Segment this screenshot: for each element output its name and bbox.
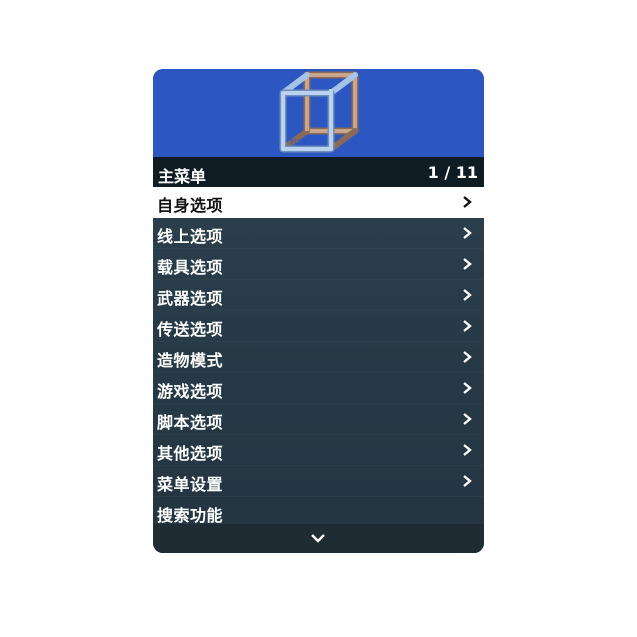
menu-item-vehicle-options[interactable]: 载具选项 xyxy=(153,249,484,280)
menu-item-label: 菜单设置 xyxy=(157,475,224,494)
menu-banner: 红中 xyxy=(153,69,484,157)
menu-item-self-options[interactable]: 自身选项 xyxy=(153,187,484,218)
menu-item-weapon-options[interactable]: 武器选项 xyxy=(153,280,484,311)
menu-item-menu-settings[interactable]: 菜单设置 xyxy=(153,466,484,497)
menu-item-label: 传送选项 xyxy=(157,320,224,339)
menu-item-online-options[interactable]: 线上选项 xyxy=(153,218,484,249)
mod-menu-panel: 红中 主菜单 1 / 11 自身选项 线上选项 载具选项 武器选项 传送选项 造… xyxy=(153,69,484,553)
menu-item-teleport-options[interactable]: 传送选项 xyxy=(153,311,484,342)
chevron-down-icon xyxy=(311,534,325,543)
chevron-right-icon xyxy=(463,351,472,363)
menu-item-label: 其他选项 xyxy=(157,444,224,463)
menu-footer-scroll[interactable] xyxy=(153,524,484,553)
menu-item-creation-mode[interactable]: 造物模式 xyxy=(153,342,484,373)
chevron-right-icon xyxy=(463,382,472,394)
menu-item-list: 自身选项 线上选项 载具选项 武器选项 传送选项 造物模式 游戏选项 脚本选项 xyxy=(153,187,484,528)
menu-item-script-options[interactable]: 脚本选项 xyxy=(153,404,484,435)
menu-item-game-options[interactable]: 游戏选项 xyxy=(153,373,484,404)
menu-item-other-options[interactable]: 其他选项 xyxy=(153,435,484,466)
menu-item-label: 脚本选项 xyxy=(157,413,224,432)
chevron-right-icon xyxy=(463,258,472,270)
chevron-right-icon xyxy=(463,227,472,239)
menu-item-label: 自身选项 xyxy=(157,196,224,215)
chevron-right-icon xyxy=(463,444,472,456)
menu-item-label: 武器选项 xyxy=(157,289,224,308)
menu-header: 主菜单 1 / 11 xyxy=(153,157,484,187)
menu-page-counter: 1 / 11 xyxy=(427,163,478,182)
chevron-right-icon xyxy=(463,475,472,487)
impossible-cube-logo-icon xyxy=(279,71,359,153)
menu-title: 主菜单 xyxy=(158,167,207,186)
menu-item-label: 载具选项 xyxy=(157,258,224,277)
logo-text: 红中 xyxy=(290,138,306,147)
chevron-right-icon xyxy=(463,413,472,425)
menu-item-label: 搜索功能 xyxy=(157,506,224,525)
menu-item-label: 游戏选项 xyxy=(157,382,224,401)
chevron-right-icon xyxy=(463,320,472,332)
chevron-right-icon xyxy=(463,196,472,208)
chevron-right-icon xyxy=(463,289,472,301)
menu-item-label: 造物模式 xyxy=(157,351,224,370)
menu-item-label: 线上选项 xyxy=(157,227,224,246)
